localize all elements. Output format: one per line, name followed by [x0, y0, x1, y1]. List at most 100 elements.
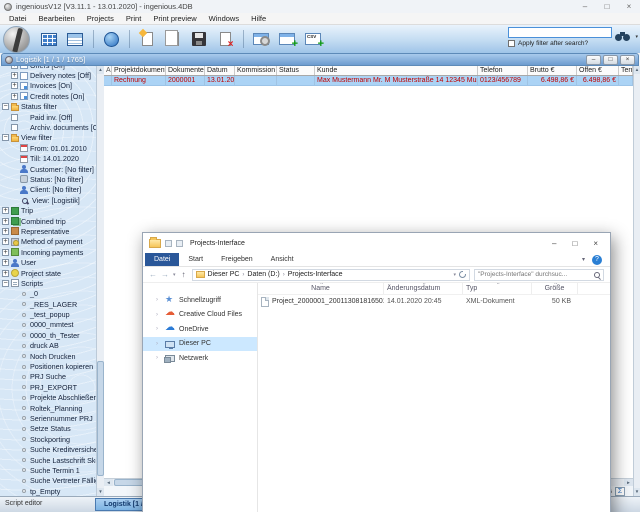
mdi-close-icon[interactable]	[620, 54, 635, 65]
nav-item[interactable]: › OneDrive	[143, 322, 257, 337]
quick-access-icon[interactable]	[176, 239, 183, 247]
table-column-header[interactable]: Kunde	[315, 66, 478, 75]
file-column-header[interactable]: ^ Änderungsdatum	[384, 283, 463, 294]
nav-item[interactable]: › Dieser PC	[143, 336, 257, 351]
table-column-header[interactable]: Status	[277, 66, 315, 75]
scroll-down-icon[interactable]: ▼	[97, 488, 104, 496]
explorer-search-input[interactable]	[478, 271, 592, 278]
tree-item[interactable]: Till: 14.01.2020	[11, 154, 96, 164]
menu-item[interactable]: Windows	[203, 14, 245, 23]
menu-item[interactable]: Projects	[81, 14, 120, 23]
tree-expander[interactable]	[11, 92, 18, 100]
menu-item[interactable]: Print	[120, 14, 147, 23]
table-vertical-scrollbar[interactable]: ▲ ▼	[633, 66, 640, 496]
breadcrumb[interactable]: Dieser PC › Daten (D:) › Projects-Interf…	[191, 268, 470, 281]
tree-item[interactable]: Paid inv. [Off]	[11, 112, 96, 122]
tree-item[interactable]: PRJ_EXPORT	[11, 382, 96, 392]
tree-expander[interactable]	[11, 66, 18, 69]
tree-expander[interactable]	[11, 72, 18, 80]
search-dropdown-caret-icon[interactable]: ▾	[635, 34, 638, 40]
breadcrumb-item[interactable]: Projects-Interface	[288, 271, 343, 278]
breadcrumb-item[interactable]: Dieser PC	[208, 271, 240, 278]
tree-item[interactable]: Trip	[2, 205, 96, 215]
file-column-header[interactable]: ^ Typ	[463, 283, 532, 294]
address-caret-icon[interactable]: ▾	[453, 272, 456, 278]
tree-item[interactable]: PRJ Suche	[11, 372, 96, 382]
table-column-header[interactable]: Dokumentennr	[166, 66, 205, 75]
chevron-right-icon[interactable]: ›	[156, 312, 161, 318]
tree-expander[interactable]	[2, 279, 9, 287]
tree-expander[interactable]	[2, 259, 9, 267]
tree-item[interactable]: druck AB	[11, 341, 96, 351]
tree-expander[interactable]	[11, 124, 18, 132]
file-row[interactable]: Project_2000001_200113081816501202100...…	[258, 295, 610, 308]
menu-item[interactable]: Print preview	[147, 14, 202, 23]
scroll-up-icon[interactable]: ▲	[634, 66, 640, 74]
table-column-header[interactable]: Brutto €	[528, 66, 577, 75]
nav-item[interactable]: › Schnellzugriff	[143, 293, 257, 308]
minimize-icon[interactable]	[552, 239, 556, 248]
scroll-down-icon[interactable]: ▼	[634, 488, 640, 496]
tree-item[interactable]: Archiv. documents [Off]	[11, 122, 96, 132]
tree-item[interactable]: Representative	[2, 226, 96, 236]
sigma-totals-icon[interactable]	[615, 486, 625, 496]
sidebar-scrollbar-thumb[interactable]	[97, 361, 104, 476]
file-column-header[interactable]: ^ Name	[258, 283, 384, 294]
toolbar-button[interactable]	[93, 27, 123, 51]
tree-expander[interactable]	[2, 103, 9, 111]
tree-item[interactable]: From: 01.01.2010	[11, 143, 96, 153]
tree-expander[interactable]	[2, 227, 9, 235]
chevron-right-icon[interactable]: ›	[156, 341, 161, 347]
tree-item[interactable]: Suche Vertreter Fällig	[11, 476, 96, 486]
tree-item[interactable]: Projekte Abschließen	[11, 393, 96, 403]
table-column-header[interactable]: Kommission	[235, 66, 277, 75]
table-row[interactable]: Rechnung 2000001 13.01.20 Max Mustermann Mr…	[104, 76, 633, 86]
forward-icon[interactable]: →	[161, 270, 169, 279]
table-column-header[interactable]: Projektdokument	[112, 66, 166, 75]
quick-access-icon[interactable]	[165, 239, 172, 247]
history-caret-icon[interactable]: ▾	[173, 272, 176, 278]
tree-item[interactable]: 0000_mmtest	[11, 320, 96, 330]
back-icon[interactable]: ←	[149, 270, 157, 279]
help-icon[interactable]	[592, 254, 602, 265]
table-column-header[interactable]: Datum	[205, 66, 235, 75]
breadcrumb-item[interactable]: Daten (D:)	[247, 271, 279, 278]
menu-item[interactable]: Datei	[3, 14, 33, 23]
tree-item[interactable]: Setze Status	[11, 424, 96, 434]
tree-item[interactable]: Scripts	[2, 278, 96, 288]
toolbar-button[interactable]	[63, 27, 87, 51]
close-icon[interactable]	[593, 239, 598, 248]
table-column-header[interactable]: Term	[619, 66, 633, 75]
tree-item[interactable]: Delivery notes [Off]	[11, 70, 96, 80]
tree-item[interactable]: tp_Empty	[11, 486, 96, 496]
tree-item[interactable]: Status filter	[2, 102, 96, 112]
tree-item[interactable]: Method of payment	[2, 237, 96, 247]
tree-item[interactable]: Customer: [No filter]	[11, 164, 96, 174]
mdi-restore-icon[interactable]	[603, 54, 618, 65]
tree-item[interactable]: User	[2, 257, 96, 267]
tree-item[interactable]: Suche Lastschrift Skontofrist	[11, 455, 96, 465]
nav-item[interactable]: › Netzwerk	[143, 351, 257, 366]
tree-item[interactable]: Incoming payments	[2, 247, 96, 257]
minimize-icon[interactable]	[580, 2, 590, 11]
nav-item[interactable]: › Creative Cloud Files	[143, 308, 257, 323]
toolbar-button[interactable]	[161, 27, 185, 51]
chevron-right-icon[interactable]: ›	[156, 297, 161, 303]
tree-item[interactable]: Status: [No filter]	[11, 174, 96, 184]
tree-item[interactable]: 0000_th_Tester	[11, 330, 96, 340]
ribbon-tab[interactable]: Freigeben	[212, 253, 262, 266]
refresh-icon[interactable]	[459, 271, 466, 278]
tree-item[interactable]: Invoices [On]	[11, 81, 96, 91]
explorer-titlebar[interactable]: Projects-Interface	[143, 233, 610, 253]
binoculars-search-icon[interactable]	[615, 31, 631, 42]
table-column-header[interactable]: Offen €	[577, 66, 619, 75]
tree-expander[interactable]	[2, 207, 9, 215]
tree-expander[interactable]	[2, 134, 9, 142]
tree-item[interactable]: Seriennummer PRJ	[11, 413, 96, 423]
menu-item[interactable]: Hilfe	[245, 14, 272, 23]
table-column-header[interactable]: Telefon	[478, 66, 528, 75]
tree-item[interactable]: _test_popup	[11, 309, 96, 319]
tree-expander[interactable]	[2, 248, 9, 256]
file-column-header[interactable]: ^ Größe	[532, 283, 578, 294]
toolbar-button[interactable]	[243, 27, 273, 51]
